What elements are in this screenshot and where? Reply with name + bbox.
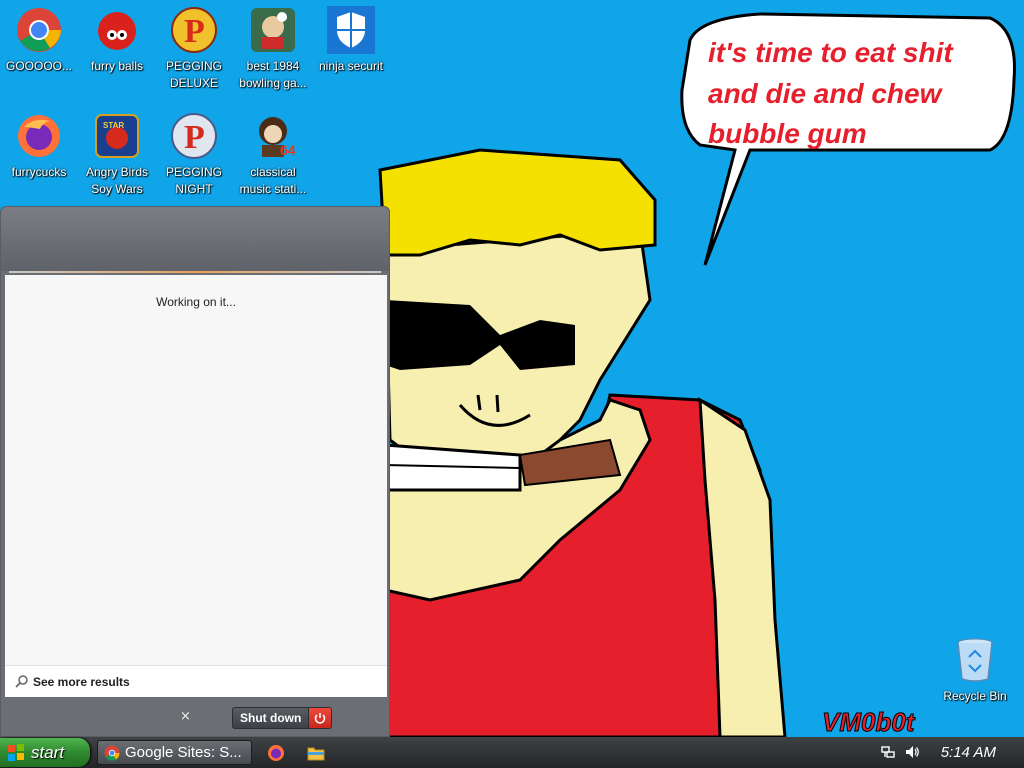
svg-text:64: 64 bbox=[280, 142, 296, 158]
icon-label: PEGGING NIGHT bbox=[165, 165, 222, 196]
taskbar: start Google Sites: S... 5:14 AM bbox=[0, 737, 1024, 768]
desktop-icon-recycle-bin[interactable]: Recycle Bin bbox=[936, 636, 1014, 705]
desktop-icon-firefox[interactable]: furrycucks bbox=[0, 112, 78, 181]
shield-icon bbox=[327, 6, 375, 54]
furry-ball-icon bbox=[93, 6, 141, 54]
search-status-text: Working on it... bbox=[156, 295, 236, 309]
desktop-icon-furry-balls[interactable]: furry balls bbox=[78, 6, 156, 75]
start-menu-divider bbox=[9, 271, 381, 273]
clear-search-icon[interactable]: × bbox=[180, 709, 191, 724]
desktop-icon-pegging-night[interactable]: P PEGGING NIGHT bbox=[155, 112, 233, 198]
folder-icon bbox=[307, 745, 325, 761]
svg-text:STAR: STAR bbox=[103, 121, 124, 130]
search-results-pane: Working on it... bbox=[5, 275, 387, 695]
firefox-icon bbox=[267, 744, 285, 762]
icon-label: classical music stati... bbox=[239, 165, 307, 196]
desktop-icon-pegging-deluxe[interactable]: P PEGGING DELUXE bbox=[155, 6, 233, 92]
icon-label: Angry Birds Soy Wars bbox=[85, 165, 149, 196]
network-icon[interactable] bbox=[881, 745, 895, 759]
icon-label: Recycle Bin bbox=[943, 689, 1007, 703]
wallpaper-signature: VM0b0t bbox=[822, 707, 916, 737]
start-menu: Working on it... See more results × Shut… bbox=[0, 206, 390, 737]
desktop-icon-bowling[interactable]: best 1984 bowling ga... bbox=[234, 6, 312, 92]
pegging-night-icon: P bbox=[170, 112, 218, 160]
pegging-deluxe-icon: P bbox=[170, 6, 218, 54]
icon-label: furry balls bbox=[90, 59, 143, 73]
desktop-icon-classical-music[interactable]: 64 classical music stati... bbox=[234, 112, 312, 198]
speech-line-2: and die and chew bbox=[708, 78, 944, 109]
firefox-icon bbox=[15, 112, 63, 160]
icon-label: PEGGING DELUXE bbox=[165, 59, 222, 90]
clock[interactable]: 5:14 AM bbox=[941, 744, 996, 761]
icon-label: furrycucks bbox=[11, 165, 67, 179]
start-menu-header bbox=[1, 207, 389, 271]
speech-line-1: it's time to eat shit bbox=[708, 37, 954, 68]
power-options-button[interactable] bbox=[309, 707, 333, 729]
quicklaunch-file-explorer[interactable] bbox=[305, 742, 327, 764]
windows-logo-icon bbox=[8, 744, 25, 761]
start-label: start bbox=[31, 742, 65, 762]
search-box[interactable]: × bbox=[5, 707, 205, 731]
search-input[interactable] bbox=[5, 708, 201, 731]
start-button[interactable]: start bbox=[0, 738, 90, 767]
taskbar-item-chrome[interactable]: Google Sites: S... bbox=[97, 740, 252, 765]
taskbar-item-label: Google Sites: S... bbox=[125, 744, 242, 761]
see-more-results-link[interactable]: See more results bbox=[5, 665, 387, 697]
system-tray: 5:14 AM bbox=[874, 737, 1024, 768]
desktop-icon-chrome[interactable]: GOOOOO... bbox=[0, 6, 78, 75]
svg-text:P: P bbox=[184, 119, 205, 156]
angry-birds-icon: STAR bbox=[93, 112, 141, 160]
shutdown-button[interactable]: Shut down bbox=[232, 707, 310, 729]
power-icon bbox=[314, 712, 326, 724]
chrome-icon bbox=[104, 745, 120, 761]
icon-label: GOOOOO... bbox=[5, 59, 72, 73]
desktop-icon-ninja-security[interactable]: ninja securit bbox=[312, 6, 390, 75]
recycle-bin-icon bbox=[951, 636, 999, 684]
portrait-icon: 64 bbox=[249, 112, 297, 160]
quicklaunch-firefox[interactable] bbox=[265, 742, 287, 764]
wallpaper-hair bbox=[378, 148, 657, 257]
bowling-game-icon bbox=[249, 6, 297, 54]
desktop: it's time to eat shit and die and chew b… bbox=[0, 0, 1024, 737]
shutdown-group: Shut down bbox=[232, 707, 333, 729]
volume-icon[interactable] bbox=[904, 744, 920, 760]
icon-label: best 1984 bowling ga... bbox=[239, 59, 307, 90]
speech-line-3: bubble gum bbox=[708, 118, 867, 149]
see-more-results-label: See more results bbox=[33, 674, 130, 689]
search-icon bbox=[15, 675, 28, 688]
svg-text:P: P bbox=[184, 13, 205, 50]
desktop-icon-angry-birds[interactable]: STAR Angry Birds Soy Wars bbox=[78, 112, 156, 198]
icon-label: ninja securit bbox=[318, 59, 384, 73]
chrome-icon bbox=[15, 6, 63, 54]
